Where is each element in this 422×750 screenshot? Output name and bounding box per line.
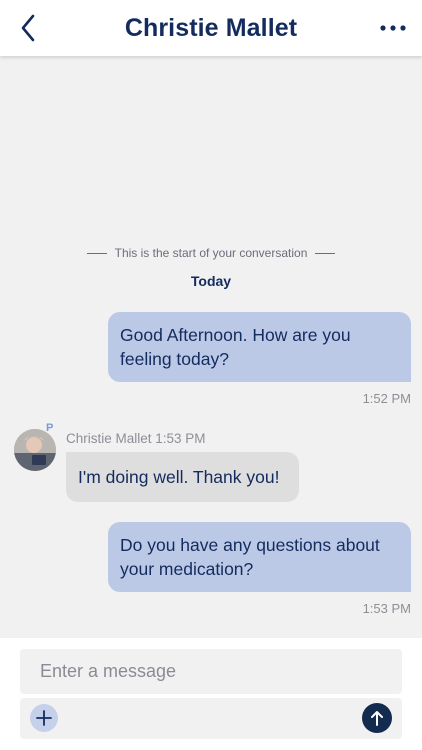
message-input[interactable] xyxy=(20,649,402,694)
divider-line xyxy=(315,252,336,254)
message-timestamp: 1:53 PM xyxy=(362,601,411,616)
more-horizontal-icon xyxy=(380,25,406,31)
composer-action-bar xyxy=(20,698,402,739)
conversation-start-text: This is the start of your conversation xyxy=(114,246,308,260)
chevron-left-icon xyxy=(21,14,35,42)
message-list[interactable]: This is the start of your conversation T… xyxy=(0,56,422,638)
sender-avatar[interactable] xyxy=(14,429,56,471)
plus-icon xyxy=(36,710,52,726)
patient-badge: P xyxy=(46,422,54,434)
incoming-message-bubble[interactable]: I'm doing well. Thank you! xyxy=(66,452,299,502)
chat-header: Christie Mallet xyxy=(0,0,422,56)
outgoing-message-bubble[interactable]: Good Afternoon. How are you feeling toda… xyxy=(108,312,411,382)
conversation-start-divider: This is the start of your conversation xyxy=(0,246,422,260)
add-attachment-button[interactable] xyxy=(30,704,58,732)
day-separator: Today xyxy=(190,273,232,289)
outgoing-message-bubble[interactable]: Do you have any questions about your med… xyxy=(108,522,411,592)
message-timestamp: 1:52 PM xyxy=(362,391,411,406)
more-options-button[interactable] xyxy=(378,14,408,42)
conversation-title: Christie Mallet xyxy=(124,13,298,42)
message-composer xyxy=(0,638,422,750)
sender-name-time: Christie Mallet 1:53 PM xyxy=(66,431,206,446)
back-button[interactable] xyxy=(14,12,42,44)
arrow-up-icon xyxy=(371,711,383,726)
avatar-photo xyxy=(14,429,56,471)
send-button[interactable] xyxy=(362,703,392,733)
divider-line xyxy=(86,252,107,254)
